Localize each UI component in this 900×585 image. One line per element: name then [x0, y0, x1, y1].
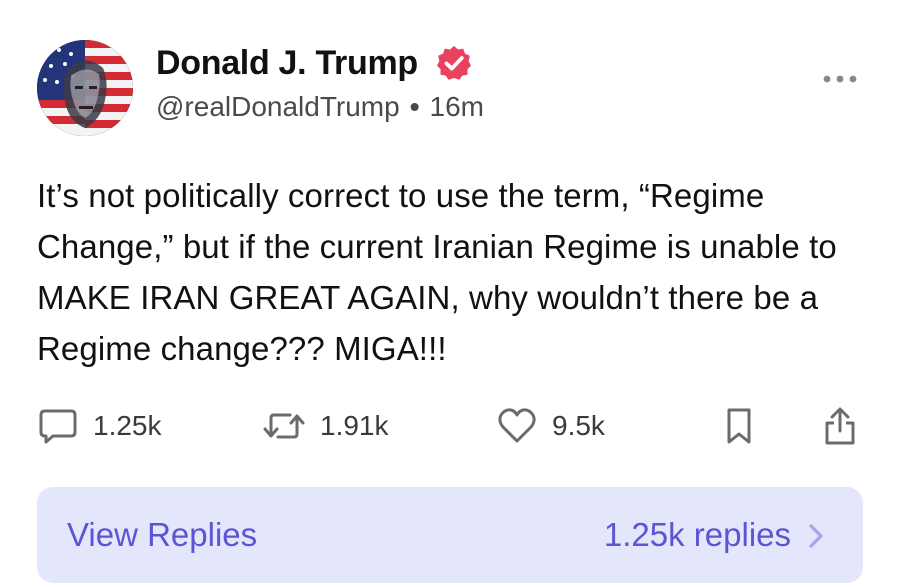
more-options-icon[interactable]: [820, 64, 860, 94]
avatar-image: [37, 40, 133, 136]
heart-icon: [498, 408, 536, 443]
chevron-right-icon: [809, 524, 823, 548]
share-icon: [825, 407, 855, 445]
repost-button[interactable]: 1.91k: [262, 400, 389, 452]
author-name[interactable]: Donald J. Trump: [156, 43, 418, 83]
bookmark-icon: [727, 408, 751, 444]
like-button[interactable]: 9.5k: [496, 400, 605, 452]
bookmark-button[interactable]: [722, 400, 756, 452]
author-meta: @realDonaldTrump • 16m: [156, 89, 484, 125]
like-count: 9.5k: [552, 410, 605, 441]
reply-button[interactable]: 1.25k: [37, 400, 162, 452]
repost-count: 1.91k: [320, 410, 389, 441]
view-replies-bar[interactable]: View Replies 1.25k replies: [37, 487, 863, 583]
action-bar: 1.25k 1.91k 9.5k: [0, 400, 900, 452]
author-handle[interactable]: @realDonaldTrump: [156, 91, 400, 122]
post-timestamp[interactable]: 16m: [430, 91, 484, 122]
replies-count-label: 1.25k replies: [603, 516, 791, 553]
verified-badge-icon: [437, 46, 471, 80]
meta-separator: •: [409, 91, 420, 122]
repost-icon: [263, 413, 305, 439]
view-replies-label[interactable]: View Replies: [67, 515, 257, 555]
post-card: Donald J. Trump @realDonaldTrump • 16m It’…: [0, 0, 900, 585]
post-body: It’s not politically correct to use the …: [37, 177, 837, 367]
share-button[interactable]: [820, 400, 860, 452]
reply-bubble-icon: [39, 409, 77, 444]
reply-count: 1.25k: [93, 410, 162, 441]
avatar[interactable]: [37, 40, 133, 136]
